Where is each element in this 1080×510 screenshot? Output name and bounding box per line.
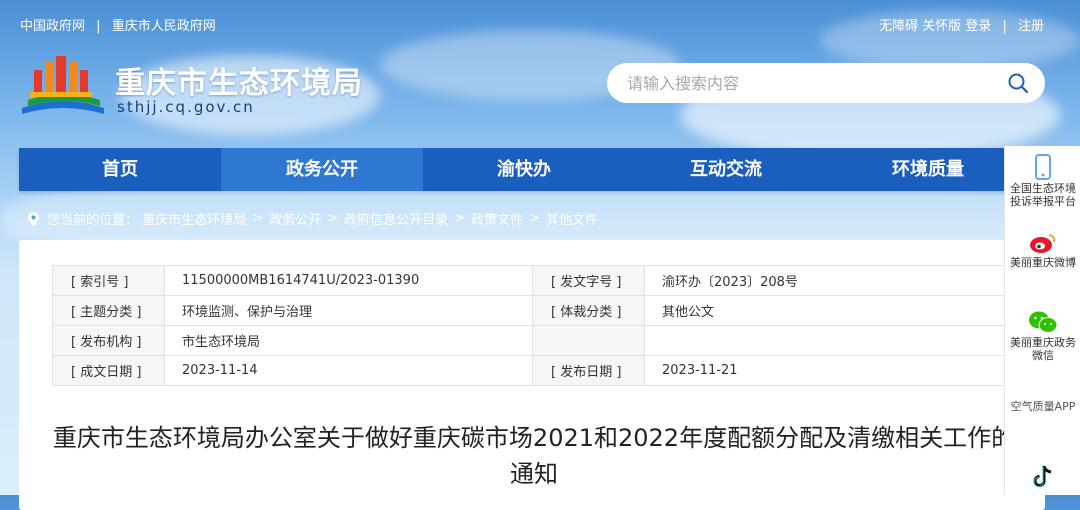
document-meta-table: [ 索引号 ] 11500000MB1614741U/2023-01390 [ … [52,265,1013,386]
link-china-gov[interactable]: 中国政府网 [20,19,85,34]
air-quality-app-link[interactable]: 空气质量APP [1005,400,1080,413]
report-platform-label: 全国生态环境投诉举报平台 [1010,182,1076,208]
main-nav: 首页 政务公开 渝快办 互动交流 环境质量 [19,148,1029,191]
weibo-label: 美丽重庆微博 [1010,256,1076,269]
wechat-link[interactable]: 美丽重庆政务微信 [1005,310,1080,362]
meta-value-docno: 渝环办〔2023〕208号 [644,265,1013,296]
meta-key-genre: [ 体裁分类 ] [532,295,645,326]
document-title: 重庆市生态环境局办公室关于做好重庆碳市场2021和2022年度配额分配及清缴相关… [52,424,1016,488]
breadcrumb-item[interactable]: 政务公开 [269,213,321,228]
weibo-icon [1030,234,1056,253]
right-float-bar: 全国生态环境投诉举报平台 美丽重庆微博 美丽重庆政务微信 空气质量APP [1004,146,1080,495]
weibo-link[interactable]: 美丽重庆微博 [1005,232,1080,269]
separator: | [96,19,101,34]
meta-empty [532,325,645,356]
breadcrumb: 您当前的位置： 重庆市生态环境局 > 政务公开 > 政府信息公开目录 > 政策文件 > 其他文件 [28,209,598,228]
nav-home[interactable]: 首页 [19,148,221,191]
content-panel: [ 索引号 ] 11500000MB1614741U/2023-01390 [ … [19,240,1045,510]
breadcrumb-item[interactable]: 重庆市生态环境局 [142,213,246,228]
douyin-link[interactable] [1005,464,1080,492]
search-input[interactable] [625,73,989,94]
meta-empty [644,325,1013,356]
breadcrumb-item[interactable]: 政策文件 [471,213,523,228]
nav-yukuaiban[interactable]: 渝快办 [423,148,625,191]
meta-key-org: [ 发布机构 ] [52,325,165,356]
mobile-phone-icon [1035,154,1051,180]
breadcrumb-item[interactable]: 其他文件 [546,213,598,228]
separator: | [1002,19,1007,34]
search-box [607,63,1045,103]
wechat-label: 美丽重庆政务微信 [1010,336,1076,362]
meta-value-created: 2023-11-14 [164,355,533,386]
wechat-icon [1029,311,1058,333]
meta-value-org: 市生态环境局 [164,325,533,356]
breadcrumb-arrow: > [252,211,264,226]
breadcrumb-arrow: > [454,211,466,226]
nav-interaction[interactable]: 互动交流 [625,148,827,191]
meta-value-topic: 环境监测、保护与治理 [164,295,533,326]
meta-key-topic: [ 主题分类 ] [52,295,165,326]
meta-value-index: 11500000MB1614741U/2023-01390 [164,265,533,296]
breadcrumb-arrow: > [529,211,540,226]
meta-key-created: [ 成文日期 ] [52,355,165,386]
air-quality-app-label: 空气质量APP [1010,400,1076,413]
site-title[interactable]: 重庆市生态环境局 [115,58,363,102]
site-logo[interactable] [20,48,106,118]
top-bar: 中国政府网 | 重庆市人民政府网 无障碍 关怀版 登录 | 注册 [0,0,1080,46]
meta-value-genre: 其他公文 [644,295,1013,326]
care-mode-link[interactable]: 关怀版 [922,19,961,34]
breadcrumb-arrow: > [327,211,339,226]
login-link[interactable]: 登录 [965,19,991,34]
search-icon[interactable] [1007,72,1029,94]
meta-key-published: [ 发布日期 ] [532,355,645,386]
meta-key-index: [ 索引号 ] [52,265,165,296]
location-pin-icon [28,211,39,226]
meta-value-published: 2023-11-21 [644,355,1013,386]
report-platform-link[interactable]: 全国生态环境投诉举报平台 [1005,154,1080,208]
douyin-icon [1033,465,1052,487]
link-chongqing-gov[interactable]: 重庆市人民政府网 [112,19,216,34]
breadcrumb-item[interactable]: 政府信息公开目录 [344,213,448,228]
site-domain: sthjj.cq.gov.cn [117,98,255,116]
register-link[interactable]: 注册 [1018,19,1044,34]
accessibility-link[interactable]: 无障碍 [879,19,918,34]
nav-government-affairs[interactable]: 政务公开 [221,148,423,191]
breadcrumb-prefix: 您当前的位置： [47,213,139,228]
meta-key-docno: [ 发文字号 ] [532,265,645,296]
nav-environment-quality[interactable]: 环境质量 [827,148,1029,191]
